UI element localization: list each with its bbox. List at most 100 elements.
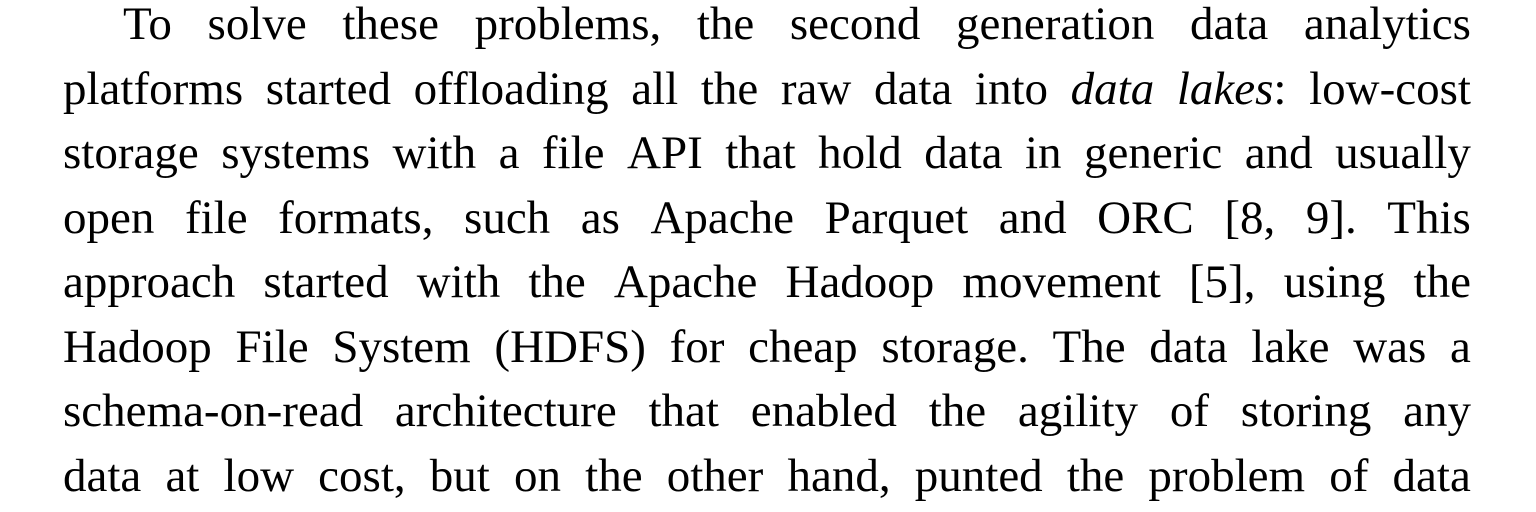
- italic-term: lakes: [1176, 62, 1274, 115]
- word-text: Apache: [650, 191, 794, 244]
- word: File: [236, 315, 309, 380]
- word: lake: [1251, 315, 1329, 380]
- word: all: [631, 57, 678, 122]
- word-text: storage.: [881, 320, 1029, 373]
- word-text: System: [332, 320, 471, 373]
- word-text: data: [924, 127, 1003, 179]
- word-text: [8,: [1224, 191, 1276, 244]
- word: storage.: [881, 315, 1028, 380]
- word-text: :: [1273, 62, 1287, 115]
- paragraph-line-3: storage systems with a file API that hold data in…: [63, 121, 1471, 186]
- word-text: Apache: [613, 256, 758, 308]
- word: the: [1414, 250, 1471, 315]
- word-text: second: [789, 0, 921, 50]
- word: problems,: [475, 0, 662, 57]
- word: Apache: [650, 186, 794, 251]
- word-text: storing: [1240, 385, 1372, 437]
- word: with: [417, 250, 501, 315]
- word: of: [1170, 379, 1209, 444]
- word-text: a: [498, 127, 520, 179]
- word-text: of: [1329, 449, 1369, 502]
- word-text: of: [1169, 385, 1209, 437]
- word-text: such: [464, 191, 551, 244]
- word: ORC: [1097, 186, 1194, 251]
- word-text: and: [1244, 127, 1313, 179]
- word-text: raw: [780, 62, 852, 115]
- word: the: [1067, 444, 1124, 509]
- word-text: problems,: [474, 0, 662, 50]
- word-text: problem: [1148, 449, 1306, 502]
- word: data: [63, 444, 141, 509]
- word: enabled: [751, 379, 897, 444]
- word-text: The: [1052, 320, 1126, 373]
- word: such: [464, 186, 550, 251]
- word: generic: [1084, 121, 1222, 186]
- word-text: in: [1024, 127, 1062, 179]
- word: agility: [1018, 379, 1138, 444]
- word: formats,: [278, 186, 433, 251]
- word-text: architecture: [394, 385, 617, 437]
- paragraph-line-1: To solve these problems, the second generation…: [63, 0, 1471, 57]
- word-text: the: [1066, 449, 1125, 502]
- word: [5],: [1189, 250, 1256, 315]
- word: hand,: [787, 444, 890, 509]
- word: data: [1149, 315, 1227, 380]
- word-text: data: [1392, 449, 1471, 502]
- paragraph-line-7: schema-on-read architecture that enabled the…: [63, 379, 1471, 444]
- word-text: Parquet: [824, 191, 969, 244]
- word: was: [1353, 315, 1426, 380]
- word-text: generic: [1083, 127, 1223, 179]
- word: a: [1450, 315, 1471, 380]
- word: and: [1245, 121, 1313, 186]
- word-text: offloading: [413, 62, 609, 115]
- word: API: [627, 121, 703, 186]
- word: at: [165, 444, 199, 509]
- paper-page: To solve these problems, the second generation…: [0, 0, 1536, 512]
- word-text: agility: [1017, 385, 1139, 437]
- word: low: [224, 444, 295, 509]
- word-text: into: [974, 62, 1049, 115]
- word-text: but: [429, 449, 490, 502]
- word: on: [514, 444, 561, 509]
- word-text: To: [123, 0, 172, 50]
- word-text: analytics: [1303, 0, 1471, 50]
- word-text: cost,: [318, 449, 406, 502]
- word-text: file: [184, 191, 248, 244]
- word: 9].: [1306, 186, 1357, 251]
- word-text: started: [265, 62, 392, 115]
- word: To: [123, 0, 172, 57]
- word-text: systems: [221, 127, 371, 179]
- word: started: [266, 57, 391, 122]
- word: Parquet: [825, 186, 969, 251]
- word: data: [1393, 444, 1471, 509]
- word-text: hold: [818, 127, 902, 179]
- word-text: movement: [962, 256, 1161, 308]
- word-text: with: [392, 127, 477, 179]
- word-text: data: [873, 62, 953, 115]
- word-text: formats,: [278, 191, 434, 244]
- word-text: hand,: [787, 449, 891, 502]
- word-text: that: [648, 385, 719, 437]
- word: that: [648, 379, 718, 444]
- word-text: the: [585, 449, 643, 502]
- word: with: [393, 121, 477, 186]
- word: platforms: [63, 57, 243, 122]
- word-text: ORC: [1097, 191, 1194, 244]
- word: other: [667, 444, 764, 509]
- word: architecture: [395, 379, 617, 444]
- word-text: solve: [207, 0, 307, 50]
- word-text: 9].: [1305, 191, 1357, 244]
- word-text: the: [700, 62, 759, 115]
- word: cost,: [318, 444, 405, 509]
- word: schema-on-read: [63, 379, 363, 444]
- word: This: [1387, 186, 1471, 251]
- word: hold: [818, 121, 902, 186]
- word: solve: [208, 0, 307, 57]
- word-text: lake: [1251, 320, 1330, 373]
- word-text: open: [63, 191, 155, 244]
- word: second: [790, 0, 921, 57]
- word: data: [1190, 0, 1268, 57]
- word: started: [263, 250, 388, 315]
- word: a: [499, 121, 520, 186]
- word-text: [5],: [1188, 256, 1256, 308]
